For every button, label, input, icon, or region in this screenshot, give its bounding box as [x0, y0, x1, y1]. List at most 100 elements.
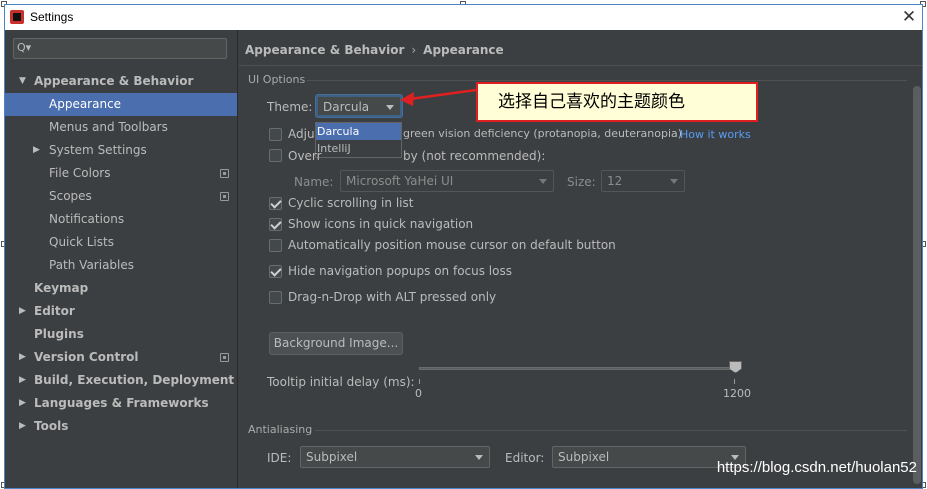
sidebar-item-notifications[interactable]: Notifications: [5, 208, 237, 231]
option-checkbox-label: Show icons in quick navigation: [288, 217, 474, 231]
title-bar: Settings ✕: [5, 5, 922, 30]
slider-tick-min: [419, 379, 420, 384]
option-checkbox[interactable]: [269, 239, 282, 252]
sidebar-item-system-settings[interactable]: ▶ System Settings: [5, 139, 237, 162]
sidebar-item-editor[interactable]: ▶ Editor: [5, 300, 237, 323]
sidebar-item-label: Version Control: [34, 350, 139, 364]
theme-select[interactable]: Darcula: [316, 95, 402, 117]
sidebar-item-plugins[interactable]: Plugins: [5, 323, 237, 346]
sidebar-item-label: Build, Execution, Deployment: [34, 373, 235, 387]
header-divider: [239, 65, 922, 66]
background-image-button[interactable]: Background Image...: [269, 332, 403, 355]
sidebar-item-keymap[interactable]: Keymap: [5, 277, 237, 300]
sidebar-item-label: Path Variables: [49, 258, 135, 272]
sidebar-item-quick-lists[interactable]: Quick Lists: [5, 231, 237, 254]
breadcrumb-separator: ›: [411, 43, 417, 57]
sidebar-item-label: Menus and Toolbars: [49, 120, 168, 134]
sidebar-item-label: Appearance & Behavior: [34, 74, 194, 88]
slider-min-label: 0: [415, 387, 422, 400]
sidebar-item-label: Notifications: [49, 212, 125, 226]
expand-right-icon[interactable]: ▶: [19, 392, 26, 415]
settings-sidebar: Q▾ ▼ Appearance & Behavior Appearance Menus…: [5, 30, 238, 488]
option-checkbox-label: Automatically position mouse cursor on d…: [288, 238, 616, 252]
theme-option-intellij[interactable]: IntelliJ: [316, 140, 401, 157]
section-divider: [307, 80, 907, 81]
font-size-select[interactable]: 12: [601, 170, 685, 192]
option-checkbox[interactable]: [269, 291, 282, 304]
tooltip-delay-slider-thumb[interactable]: [729, 361, 742, 373]
override-fonts-label-end: by (not recommended):: [403, 149, 546, 163]
chevron-down-icon: [670, 179, 678, 184]
sidebar-item-languages-frameworks[interactable]: ▶ Languages & Frameworks: [5, 392, 237, 415]
theme-select-value: Darcula: [323, 100, 370, 114]
project-level-icon: [220, 169, 229, 178]
sidebar-item-appearance-behavior[interactable]: ▼ Appearance & Behavior: [5, 70, 237, 93]
sidebar-item-appearance[interactable]: Appearance: [5, 93, 237, 116]
option-checkbox-label: Cyclic scrolling in list: [288, 196, 414, 210]
chevron-down-icon: [386, 105, 394, 110]
sidebar-item-file-colors[interactable]: File Colors: [5, 162, 237, 185]
font-name-value: Microsoft YaHei UI: [346, 174, 454, 188]
adjust-colors-checkbox[interactable]: [269, 128, 282, 141]
sidebar-item-label: Editor: [34, 304, 75, 318]
expand-right-icon[interactable]: ▶: [19, 346, 26, 369]
theme-dropdown-list: Darcula IntelliJ: [315, 122, 402, 158]
option-checkbox[interactable]: [269, 265, 282, 278]
override-fonts-checkbox[interactable]: [269, 149, 282, 162]
font-name-select[interactable]: Microsoft YaHei UI: [340, 170, 554, 192]
sidebar-item-label: Tools: [34, 419, 69, 433]
option-checkbox[interactable]: [269, 218, 282, 231]
ide-antialiasing-value: Subpixel: [306, 450, 358, 464]
search-icon: Q▾: [17, 41, 32, 54]
sidebar-item-label: Languages & Frameworks: [34, 396, 209, 410]
adjust-colors-label-start: Adju: [288, 127, 315, 141]
option-checkbox-label: Hide navigation popups on focus loss: [288, 264, 512, 278]
theme-option-darcula[interactable]: Darcula: [316, 123, 401, 140]
sidebar-item-menus-and-toolbars[interactable]: Menus and Toolbars: [5, 116, 237, 139]
option-checkbox[interactable]: [269, 197, 282, 210]
font-size-label: Size:: [567, 175, 596, 189]
section-divider: [315, 430, 907, 431]
override-fonts-label-start: Overr: [288, 149, 322, 163]
expand-right-icon[interactable]: ▶: [19, 300, 26, 323]
close-icon[interactable]: ✕: [898, 6, 920, 28]
settings-window: Settings ✕ Q▾ ▼ Appearance & Behavior Appe…: [4, 4, 923, 489]
annotation-callout: 选择自己喜欢的主题颜色: [476, 82, 758, 122]
tooltip-delay-slider-track[interactable]: [419, 367, 737, 370]
editor-antialiasing-value: Subpixel: [558, 450, 610, 464]
sidebar-item-label: Plugins: [34, 327, 84, 341]
annotation-arrow-icon: [400, 88, 477, 106]
settings-tree: ▼ Appearance & Behavior Appearance Menus an…: [5, 70, 237, 438]
sidebar-item-path-variables[interactable]: Path Variables: [5, 254, 237, 277]
content-scrollbar[interactable]: [912, 66, 922, 486]
sidebar-item-label: File Colors: [49, 166, 111, 180]
watermark-text: https://blog.csdn.net/huolan52: [716, 459, 917, 476]
sidebar-item-scopes[interactable]: Scopes: [5, 185, 237, 208]
sidebar-item-version-control[interactable]: ▶ Version Control: [5, 346, 237, 369]
editor-antialiasing-label: Editor:: [505, 451, 545, 465]
expand-down-icon[interactable]: ▼: [19, 70, 26, 93]
ide-antialiasing-select[interactable]: Subpixel: [300, 446, 490, 468]
slider-max-label: 1200: [723, 387, 751, 400]
search-input[interactable]: Q▾: [13, 38, 227, 59]
section-title-ui-options: UI Options: [248, 73, 306, 86]
section-title-antialiasing: Antialiasing: [248, 423, 313, 436]
expand-right-icon[interactable]: ▶: [19, 369, 26, 392]
project-level-icon: [220, 192, 229, 201]
scrollbar-thumb[interactable]: [913, 86, 921, 484]
font-name-label: Name:: [294, 175, 334, 189]
breadcrumb-parent[interactable]: Appearance & Behavior: [245, 43, 404, 57]
slider-tick-max: [734, 379, 735, 384]
how-it-works-link[interactable]: How it works: [680, 128, 751, 141]
sidebar-item-label: Quick Lists: [49, 235, 114, 249]
ide-antialiasing-label: IDE:: [267, 451, 292, 465]
sidebar-item-tools[interactable]: ▶ Tools: [5, 415, 237, 438]
sidebar-item-build-execution-deployment[interactable]: ▶ Build, Execution, Deployment: [5, 369, 237, 392]
expand-right-icon[interactable]: ▶: [19, 415, 26, 438]
option-checkbox-label: Drag-n-Drop with ALT pressed only: [288, 290, 497, 304]
adjust-colors-label-end: green vision deficiency (protanopia, deu…: [403, 127, 683, 140]
font-size-value: 12: [607, 174, 623, 188]
expand-right-icon[interactable]: ▶: [33, 139, 40, 162]
theme-label: Theme:: [267, 100, 313, 114]
sidebar-item-label: Scopes: [49, 189, 92, 203]
